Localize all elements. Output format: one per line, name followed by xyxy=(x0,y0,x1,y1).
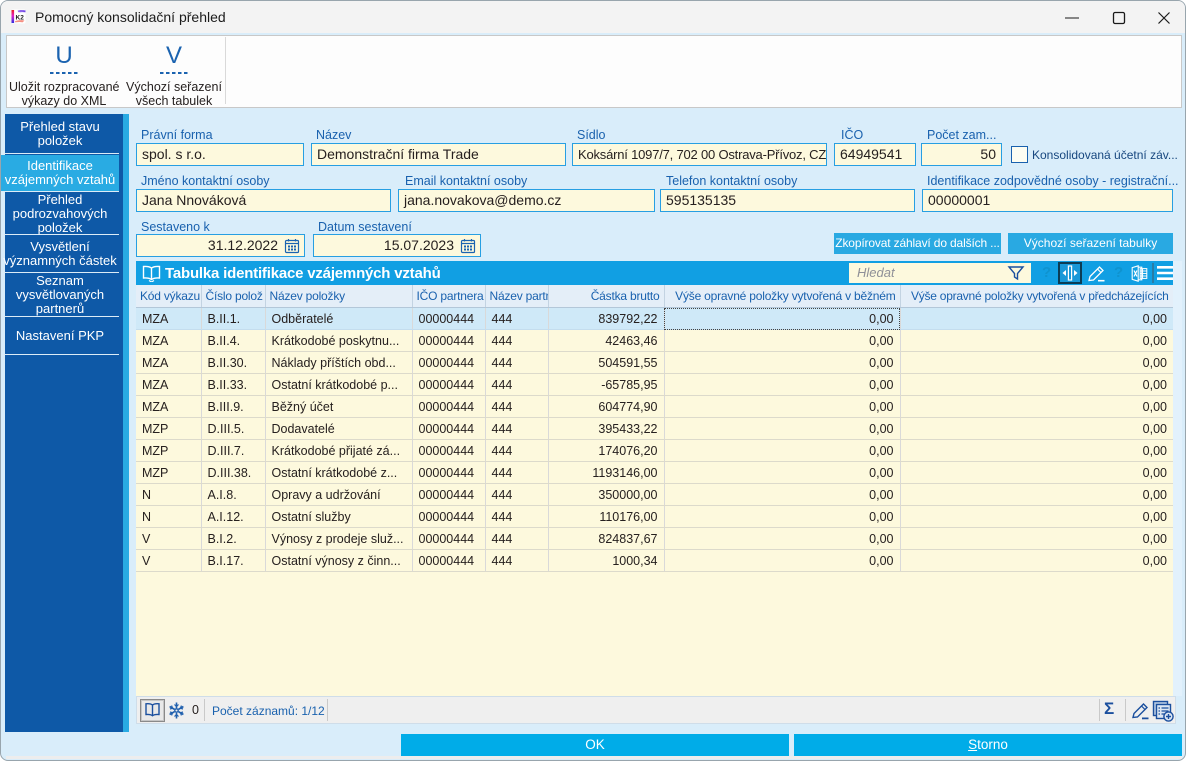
svg-text:K2: K2 xyxy=(16,15,25,22)
